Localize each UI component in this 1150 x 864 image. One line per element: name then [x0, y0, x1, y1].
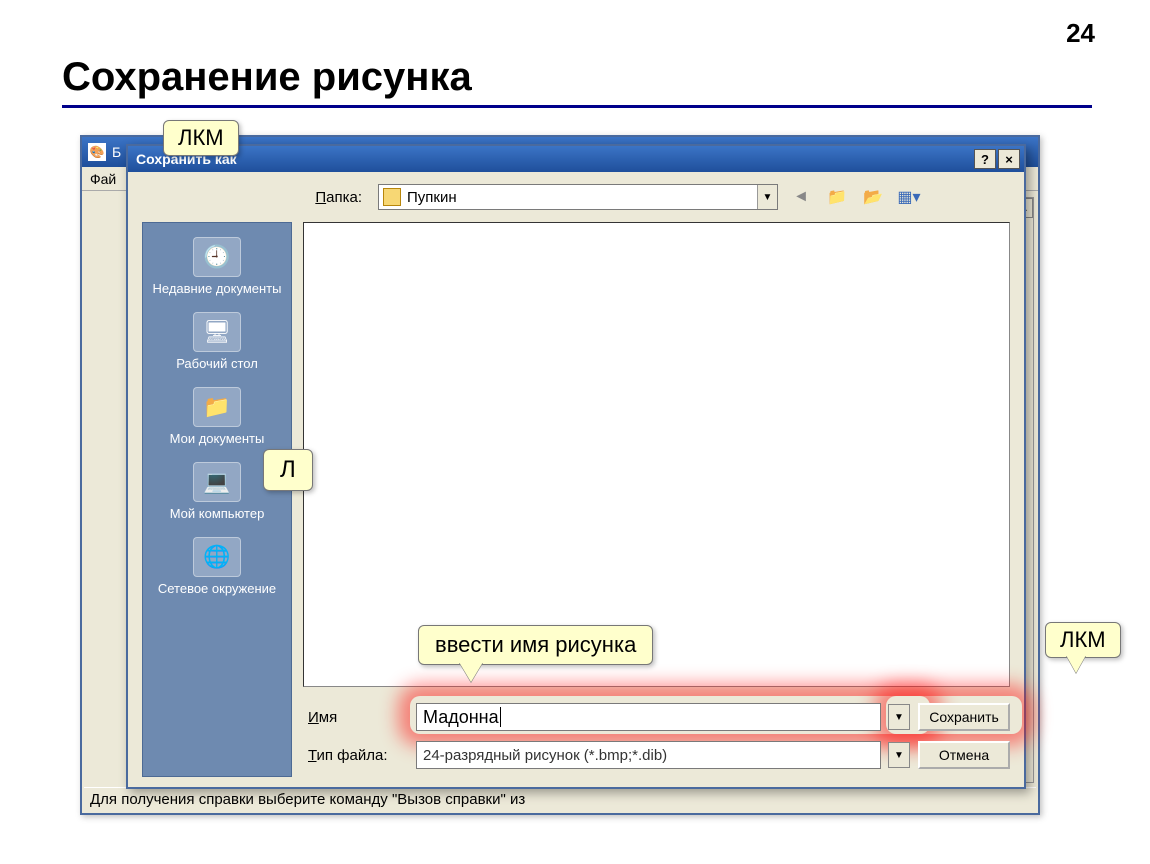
back-icon[interactable]: ◄	[788, 184, 814, 210]
place-network[interactable]: 🌐 Сетевое окружение	[143, 531, 291, 606]
chevron-down-icon[interactable]: ▼	[757, 185, 777, 209]
place-mydocs-label: Мои документы	[143, 431, 291, 446]
callout-top: ЛКМ	[163, 120, 239, 156]
callout-filename-text: ввести имя рисунка	[435, 632, 636, 657]
help-button[interactable]: ?	[974, 149, 996, 169]
dialog-titlebar: Сохранить как ? ×	[128, 146, 1024, 172]
recent-docs-icon: 🕘	[193, 237, 241, 277]
filename-input[interactable]: Мадонна	[416, 703, 881, 731]
place-mycomputer-label: Мой компьютер	[143, 506, 291, 521]
filetype-value: 24-разрядный рисунок (*.bmp;*.dib)	[423, 747, 667, 764]
slide-title: Сохранение рисунка	[62, 55, 472, 100]
callout-side: Л	[263, 449, 313, 491]
title-rule	[62, 105, 1092, 108]
place-desktop[interactable]: 🖥 Рабочий стол	[143, 306, 291, 381]
place-recent-label: Недавние документы	[143, 281, 291, 296]
place-recent[interactable]: 🕘 Недавние документы	[143, 231, 291, 306]
filetype-row: Тип файла: 24-разрядный рисунок (*.bmp;*…	[308, 740, 1010, 770]
paint-title-text: Б	[112, 144, 121, 160]
filename-label: Имя	[308, 709, 408, 726]
filename-value: Мадонна	[423, 707, 499, 728]
up-folder-icon[interactable]: 📁	[824, 184, 850, 210]
filename-row: Имя Мадонна ▼ Сохранить	[308, 702, 1010, 732]
folder-name: Пупкин	[407, 189, 457, 206]
mydocs-icon: 📁	[193, 387, 241, 427]
paint-app-icon: 🎨	[88, 143, 106, 161]
cancel-button[interactable]: Отмена	[918, 741, 1010, 769]
close-button[interactable]: ×	[998, 149, 1020, 169]
network-icon: 🌐	[193, 537, 241, 577]
filetype-label: Тип файла:	[308, 747, 408, 764]
place-mydocs[interactable]: 📁 Мои документы	[143, 381, 291, 456]
save-as-dialog: Сохранить как ? × Папка: Пупкин ▼ ◄ 📁 📂 …	[126, 144, 1026, 789]
places-sidebar: 🕘 Недавние документы 🖥 Рабочий стол 📁 Мо…	[142, 222, 292, 777]
save-button[interactable]: Сохранить	[918, 703, 1010, 731]
folder-row: Папка: Пупкин ▼ ◄ 📁 📂 ▦▾	[308, 182, 1010, 212]
folder-combo[interactable]: Пупкин ▼	[378, 184, 778, 210]
folder-label: Папка:	[308, 189, 368, 206]
statusbar-text: Для получения справки выберите команду "…	[90, 791, 525, 808]
menu-file[interactable]: Фай	[90, 171, 116, 187]
place-network-label: Сетевое окружение	[143, 581, 291, 596]
place-desktop-label: Рабочий стол	[143, 356, 291, 371]
filename-history-dropdown[interactable]: ▼	[888, 704, 910, 730]
filetype-dropdown[interactable]: ▼	[888, 742, 910, 768]
callout-save-hint: ЛКМ	[1045, 622, 1121, 658]
page-number: 24	[1066, 18, 1095, 49]
desktop-icon: 🖥	[193, 312, 241, 352]
paint-statusbar: Для получения справки выберите команду "…	[84, 787, 1036, 811]
callout-save-text: ЛКМ	[1060, 627, 1106, 652]
folder-icon	[383, 188, 401, 206]
new-folder-icon[interactable]: 📂	[860, 184, 886, 210]
computer-icon: 💻	[193, 462, 241, 502]
callout-filename-hint: ввести имя рисунка	[418, 625, 653, 665]
views-icon[interactable]: ▦▾	[896, 184, 922, 210]
filetype-combo[interactable]: 24-разрядный рисунок (*.bmp;*.dib)	[416, 741, 881, 769]
file-list[interactable]	[303, 222, 1010, 687]
